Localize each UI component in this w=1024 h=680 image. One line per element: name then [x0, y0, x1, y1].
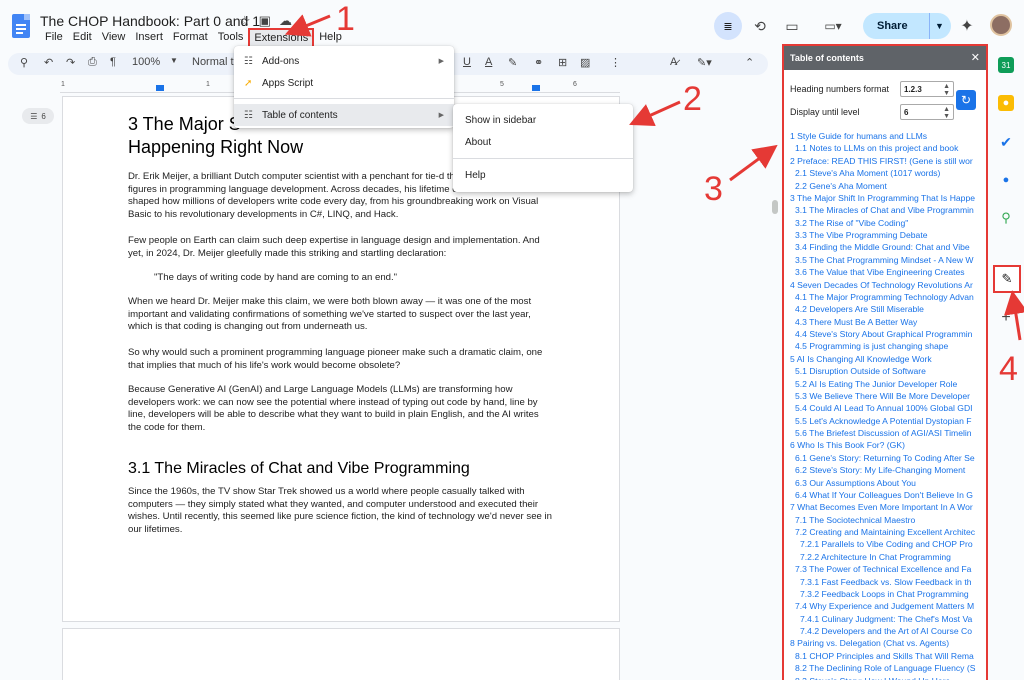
arrow-3: [729, 144, 778, 182]
arrow-1: [284, 14, 331, 37]
arrow-2: [629, 100, 681, 127]
annotation-arrows: [284, 14, 1024, 341]
arrow-4: [1004, 290, 1024, 341]
